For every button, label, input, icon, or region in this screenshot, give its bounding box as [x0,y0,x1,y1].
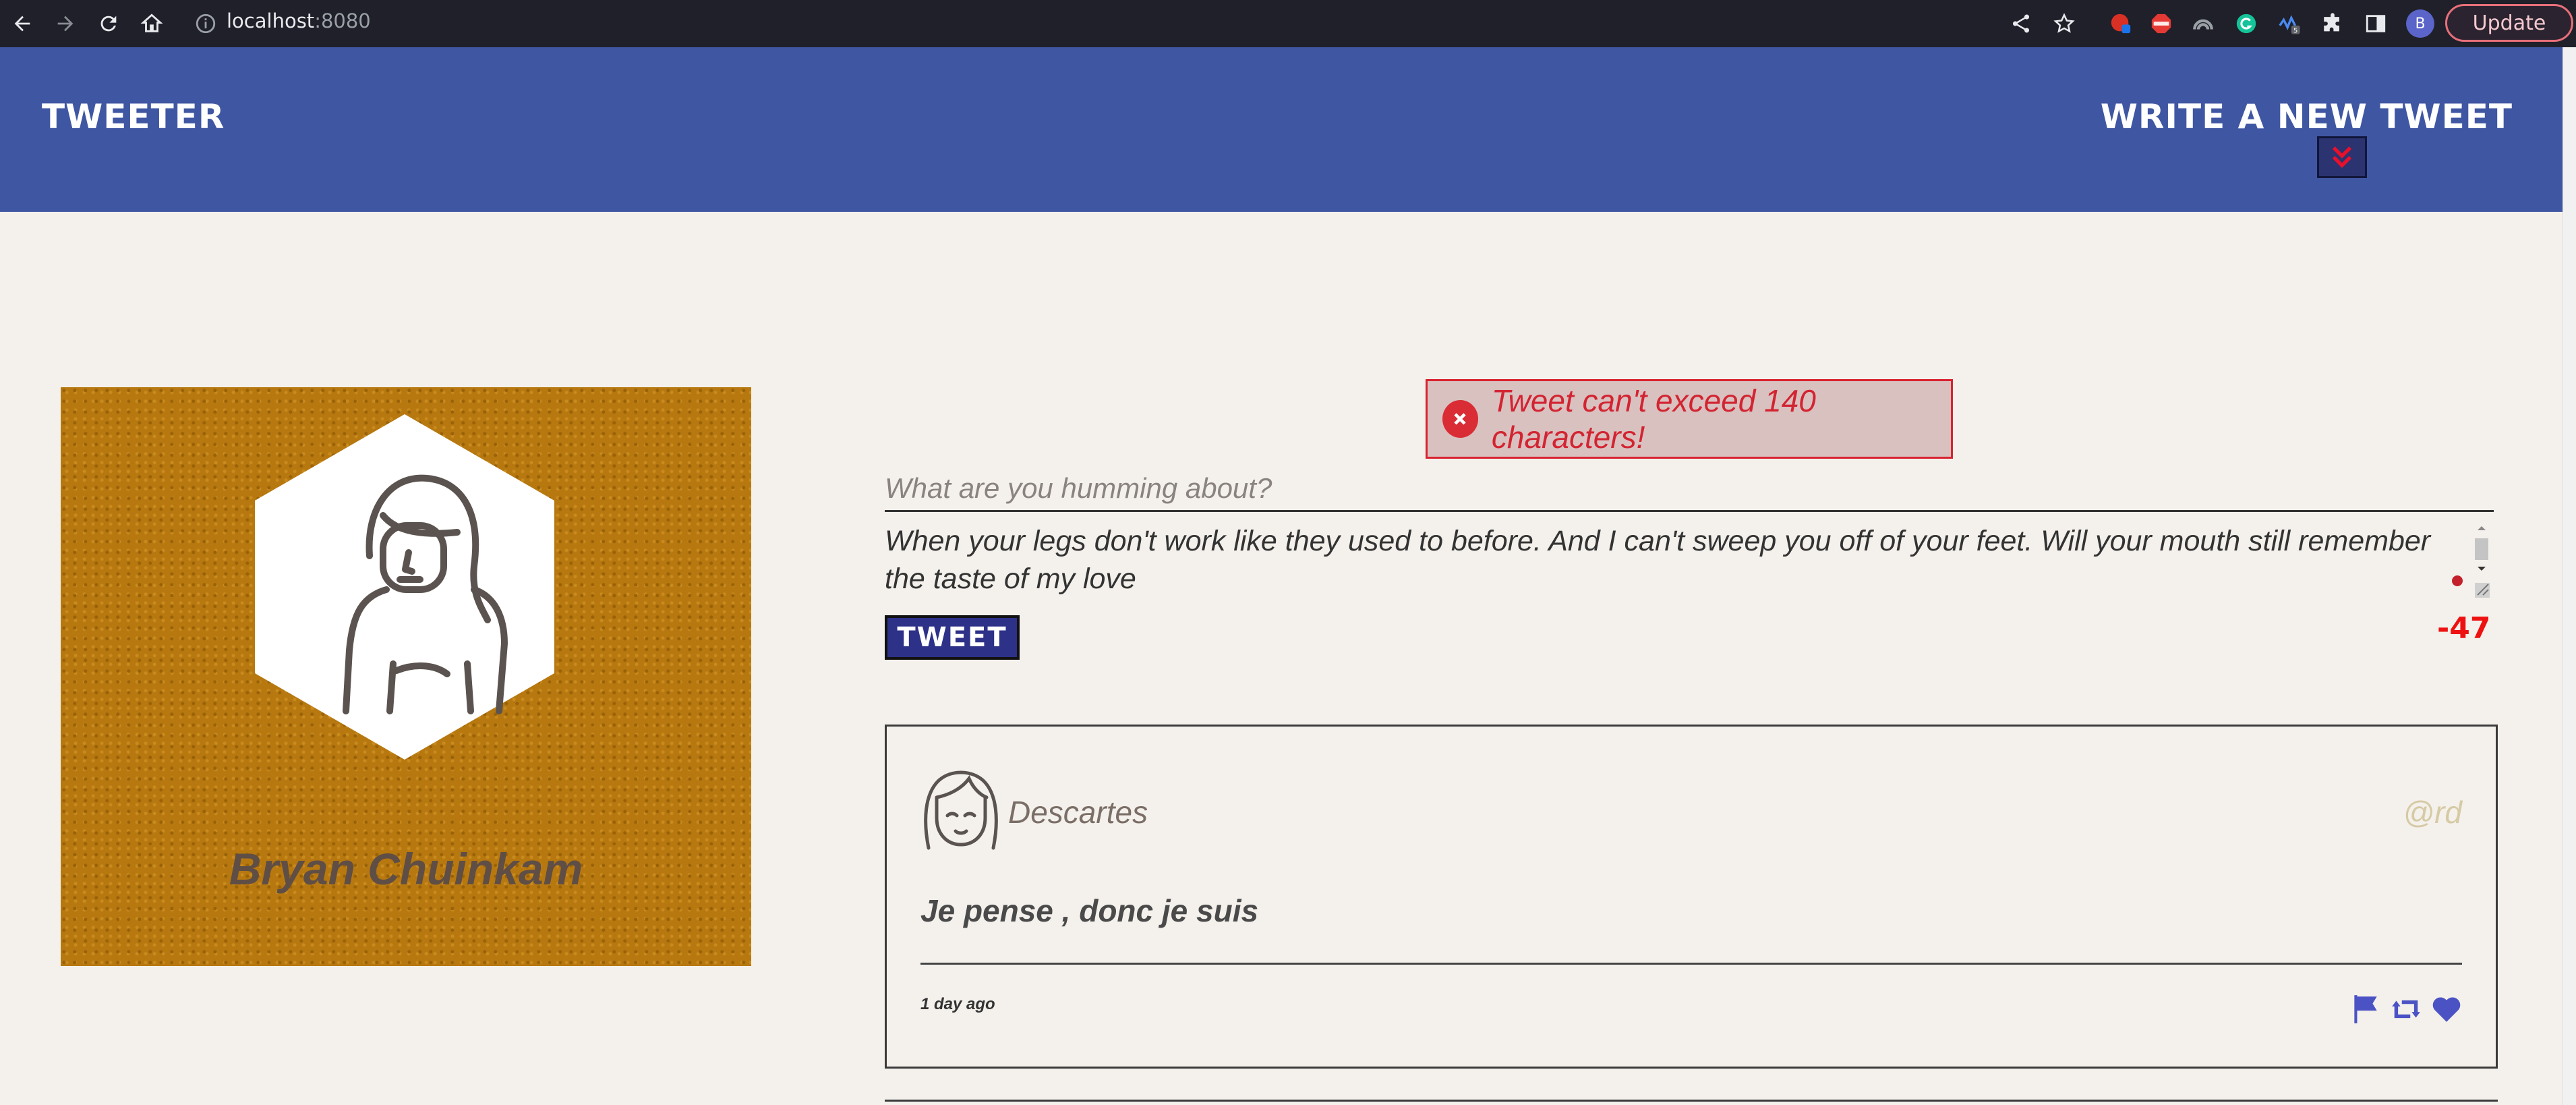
extension-red-icon[interactable] [2107,9,2135,38]
profile-name: Bryan Chuinkam [229,844,583,894]
tweet-divider [920,963,2462,965]
double-chevron-down-icon [2332,146,2352,168]
site-info-icon[interactable] [194,12,217,35]
reload-icon[interactable] [93,8,124,39]
tweet-avatar-icon [924,770,998,850]
forward-icon[interactable] [50,8,81,39]
profile-card: Bryan Chuinkam [61,387,751,966]
back-icon[interactable] [7,8,38,39]
next-tweet-card-edge [885,1100,2498,1105]
error-x-icon [1442,400,1478,438]
tweet-actions [2347,991,2465,1027]
bookmark-star-icon[interactable] [2050,9,2078,38]
profile-avatar[interactable]: B [2406,9,2434,38]
url-host: localhost [227,9,315,32]
browser-toolbar: localhost:8080 5 B Update [0,0,2576,47]
error-message: Tweet can't exceed 140 characters! [1491,383,1816,455]
brand-logo[interactable]: Tweeter [42,97,225,136]
update-button[interactable]: Update [2445,4,2573,42]
extension-badge: 5 [2293,27,2297,34]
tweet-textarea[interactable] [885,522,2453,596]
grammar-indicator-dot[interactable] [2452,575,2463,586]
tweet-submit-button[interactable]: Tweet [885,615,1020,660]
profile-avatar-hexagon [255,414,554,760]
wave-extension-icon[interactable]: 5 [2275,9,2304,38]
share-icon[interactable] [2007,9,2035,38]
page-scrollbar[interactable] [2563,47,2576,1105]
compose-toggle-button[interactable] [2317,136,2367,178]
error-alert: Tweet can't exceed 140 characters! [1426,379,1953,459]
address-bar[interactable]: localhost:8080 [227,9,371,32]
home-icon[interactable] [136,8,167,39]
adblock-icon[interactable] [2147,9,2175,38]
heart-icon[interactable] [2428,991,2465,1027]
write-new-tweet-link[interactable]: Write a new tweet [2101,97,2513,136]
grammarly-icon[interactable] [2232,9,2260,38]
tweet-content: Je pense , donc je suis [920,893,1259,928]
tweet-timestamp: 1 day ago [920,995,995,1013]
flag-icon[interactable] [2347,991,2384,1027]
retweet-icon[interactable] [2388,991,2424,1027]
url-port: :8080 [314,9,371,32]
textarea-scrollbar[interactable] [2468,525,2495,600]
compose-prompt-label: What are you humming about? [885,472,2494,512]
tweet-card: Descartes @rd Je pense , donc je suis 1 … [885,725,2498,1069]
side-panel-icon[interactable] [2362,9,2390,38]
rainbow-extension-icon[interactable] [2189,9,2217,38]
tweet-author-handle: @rd [2403,795,2462,830]
extensions-puzzle-icon[interactable] [2318,9,2347,38]
character-counter: -47 [2437,611,2491,646]
tweet-author-name: Descartes [1008,795,1148,830]
app-header: Tweeter Write a new tweet [0,47,2563,212]
